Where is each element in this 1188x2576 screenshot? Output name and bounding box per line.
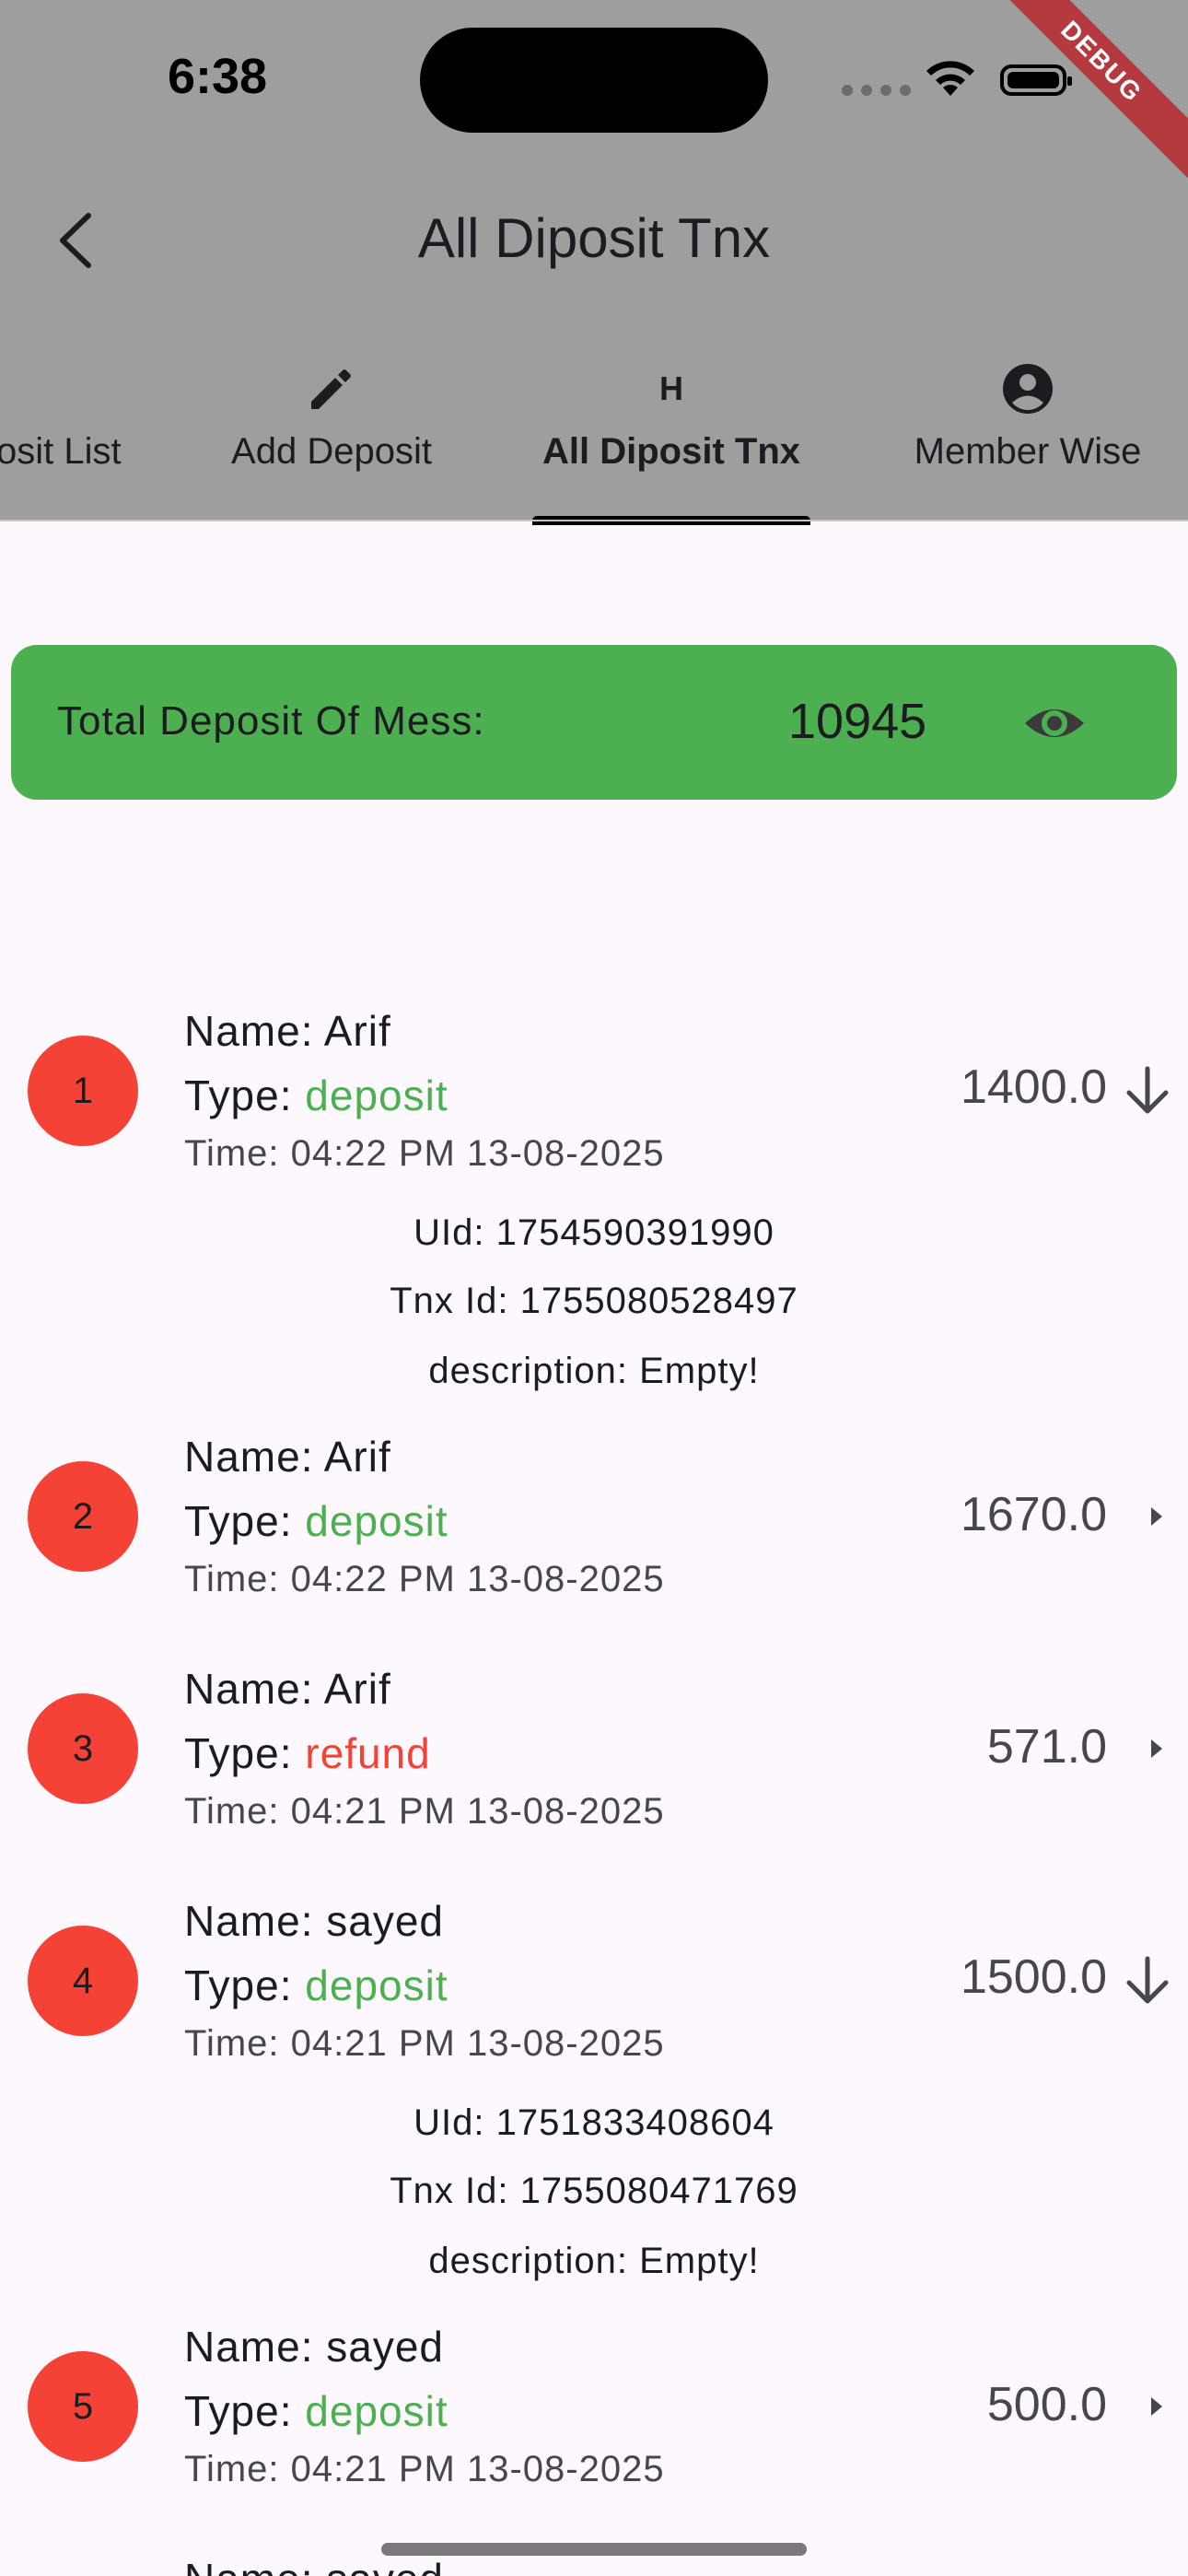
index-badge: 5 xyxy=(28,2351,138,2462)
h-letter-icon: H xyxy=(659,369,683,407)
tab-label: Add Deposit xyxy=(231,431,432,472)
status-time: 6:38 xyxy=(168,49,268,104)
page-title: All Diposit Tnx xyxy=(417,207,771,269)
arrow-right-icon[interactable] xyxy=(1120,1728,1175,1769)
tab-all-diposit-tnx[interactable]: H All Diposit Tnx xyxy=(525,356,818,521)
transaction-name: Name: sayed xyxy=(184,2554,444,2576)
tab-member-wise[interactable]: Member Wise xyxy=(890,356,1166,521)
transaction-description: description: Empty! xyxy=(428,1351,760,1391)
transaction-type: Type: deposit xyxy=(184,1071,448,1119)
transaction-type: Type: deposit xyxy=(184,1961,448,2009)
total-deposit-card: Total Deposit Of Mess: 10945 xyxy=(11,645,1177,800)
type-value: refund xyxy=(305,1729,431,1777)
transaction-amount: 500.0 xyxy=(986,2378,1107,2431)
transaction-tnx-id: Tnx Id: 1755080528497 xyxy=(390,1281,798,1321)
tab-label: osit List xyxy=(0,431,122,472)
transaction-amount: 571.0 xyxy=(986,1720,1107,1774)
tab-label: Member Wise xyxy=(914,431,1142,472)
transaction-time: Time: 04:21 PM 13-08-2025 xyxy=(184,2023,665,2064)
transaction-name: Name: sayed xyxy=(184,1897,445,1945)
tab-label: All Diposit Tnx xyxy=(542,431,800,472)
transaction-time: Time: 04:22 PM 13-08-2025 xyxy=(184,1559,665,1599)
transaction-amount: 1500.0 xyxy=(960,1950,1107,2004)
svg-text:H: H xyxy=(659,369,683,407)
total-deposit-value: 10945 xyxy=(788,694,927,749)
tab-bar: osit List Add Deposit H All Diposit Tnx … xyxy=(0,356,1188,521)
transaction-type: Type: deposit xyxy=(184,1497,448,1545)
transaction-type: Type: deposit xyxy=(184,2387,448,2435)
wifi-icon xyxy=(926,61,974,96)
transaction-time: Time: 04:21 PM 13-08-2025 xyxy=(184,2449,665,2489)
arrow-down-icon[interactable] xyxy=(1120,1063,1175,1118)
transaction-name: Name: Arif xyxy=(184,1007,391,1055)
transaction-item[interactable]: 3 Name: Arif Type: refund Time: 04:21 PM… xyxy=(0,1653,1188,1856)
edit-pencil-icon xyxy=(311,369,351,409)
divider xyxy=(0,520,1188,521)
transaction-time: Time: 04:22 PM 13-08-2025 xyxy=(184,1133,665,1174)
type-value: deposit xyxy=(305,2387,448,2435)
transaction-description: description: Empty! xyxy=(428,2241,760,2281)
transaction-uid: UId: 1754590391990 xyxy=(413,1212,775,1253)
transaction-time: Time: 04:21 PM 13-08-2025 xyxy=(184,1791,665,1832)
arrow-down-icon[interactable] xyxy=(1120,1953,1175,2008)
transaction-tnx-id: Tnx Id: 1755080471769 xyxy=(390,2171,798,2211)
eye-icon[interactable] xyxy=(1022,691,1087,755)
transaction-item[interactable]: 1 Name: Arif Type: deposit Time: 04:22 P… xyxy=(0,995,1188,1400)
battery-icon xyxy=(1000,64,1072,96)
index-badge: 1 xyxy=(28,1036,138,1146)
tab-deposit-list[interactable]: osit List xyxy=(0,356,166,521)
cellular-signal-icon xyxy=(842,85,911,96)
total-deposit-label: Total Deposit Of Mess: xyxy=(57,698,485,744)
type-value: deposit xyxy=(305,1071,448,1119)
transaction-amount: 1670.0 xyxy=(960,1488,1107,1541)
app-bar: 6:38 DEBUG All Diposit Tnx osit List Add… xyxy=(0,0,1188,521)
transaction-type: Type: refund xyxy=(184,1729,431,1777)
arrow-right-icon[interactable] xyxy=(1120,1496,1175,1537)
type-value: deposit xyxy=(305,1497,448,1545)
account-circle-icon xyxy=(1003,364,1053,414)
transaction-uid: UId: 1751833408604 xyxy=(413,2102,775,2143)
arrow-right-icon[interactable] xyxy=(1120,2386,1175,2427)
home-indicator[interactable] xyxy=(381,2543,807,2556)
type-value: deposit xyxy=(305,1961,448,2009)
dynamic-island xyxy=(420,28,768,133)
transaction-name: Name: Arif xyxy=(184,1433,391,1481)
transaction-name: Name: sayed xyxy=(184,2323,445,2371)
transaction-item[interactable]: 5 Name: sayed Type: deposit Time: 04:21 … xyxy=(0,2311,1188,2513)
index-badge: 4 xyxy=(28,1926,138,2036)
transaction-item[interactable]: 4 Name: sayed Type: deposit Time: 04:21 … xyxy=(0,1885,1188,2290)
transaction-item[interactable]: 2 Name: Arif Type: deposit Time: 04:22 P… xyxy=(0,1421,1188,1623)
index-badge: 3 xyxy=(28,1693,138,1804)
tab-add-deposit[interactable]: Add Deposit xyxy=(203,356,460,521)
transaction-amount: 1400.0 xyxy=(960,1060,1107,1114)
index-badge: 2 xyxy=(28,1461,138,1572)
transaction-name: Name: Arif xyxy=(184,1665,391,1713)
